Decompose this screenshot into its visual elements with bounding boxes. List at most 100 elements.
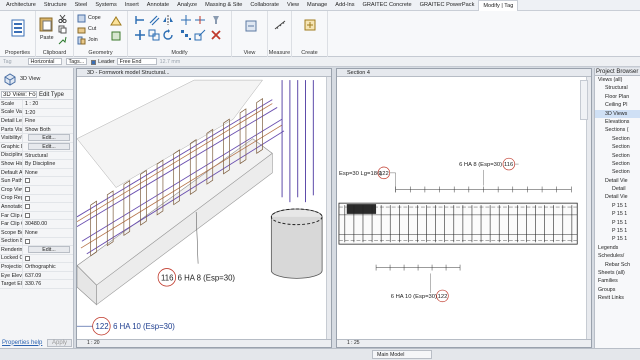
property-row[interactable]: Discipline Structural — [0, 151, 73, 161]
offset-icon[interactable] — [148, 14, 160, 26]
property-checkbox[interactable] — [25, 186, 30, 192]
property-value[interactable]: Edit... — [22, 246, 73, 254]
property-edit-button[interactable]: Edit... — [28, 246, 70, 254]
property-checkbox[interactable] — [25, 212, 30, 218]
browser-item[interactable]: Schedules/ — [595, 252, 640, 260]
property-value[interactable]: 637.09 — [22, 271, 73, 280]
browser-item[interactable]: Section — [595, 160, 640, 168]
browser-item[interactable]: Sheets (all) — [595, 269, 640, 277]
trim-icon[interactable] — [180, 14, 192, 26]
property-value[interactable]: Structural — [22, 151, 73, 160]
array-icon[interactable] — [180, 29, 192, 41]
property-value[interactable] — [22, 185, 73, 194]
scale-icon[interactable] — [194, 29, 206, 41]
property-value[interactable] — [22, 177, 73, 185]
section-canvas[interactable]: Esp=30 Lg=186) 122 6 HA 8 (Esp=30) 116 6… — [337, 77, 587, 341]
paste-icon[interactable] — [39, 16, 53, 32]
property-checkbox[interactable] — [25, 195, 30, 201]
browser-item[interactable]: Detail Vie — [595, 177, 640, 185]
browser-item[interactable]: Groups — [595, 286, 640, 294]
apply-button[interactable]: Apply — [46, 338, 72, 347]
property-value[interactable]: Orthographic — [22, 263, 73, 271]
ribbon-tab-manage[interactable]: Manage — [303, 0, 331, 11]
instance-filter-select[interactable]: 3D View: Formwork — [1, 91, 37, 98]
view-3d-scrollbar[interactable] — [326, 77, 331, 341]
tags-button[interactable]: Tags... — [65, 58, 88, 65]
navigation-bar[interactable] — [580, 80, 588, 120]
property-row[interactable]: Annotation Crop — [0, 203, 73, 212]
property-checkbox[interactable] — [25, 178, 30, 184]
property-row[interactable]: Eye Elevation637.09 — [0, 271, 73, 281]
rotate-icon[interactable] — [162, 29, 174, 41]
ribbon-tab-add-ins[interactable]: Add-Ins — [331, 0, 358, 11]
property-row[interactable]: Projection ModeOrthographic — [0, 263, 73, 272]
ribbon-tab-view[interactable]: View — [283, 0, 303, 11]
property-checkbox[interactable] — [25, 238, 30, 244]
browser-item[interactable]: Legends — [595, 244, 640, 252]
ribbon-tab-insert[interactable]: Insert — [121, 0, 143, 11]
copy-icon[interactable] — [58, 25, 67, 34]
browser-item[interactable]: Section — [595, 168, 640, 176]
browser-item[interactable]: 3D Views — [595, 109, 640, 118]
property-value[interactable]: None — [22, 168, 73, 177]
properties-icon[interactable] — [10, 19, 26, 37]
browser-item[interactable]: Structural — [595, 84, 640, 92]
ribbon-tab-structure[interactable]: Structure — [40, 0, 71, 11]
3d-model-canvas[interactable]: 116 6 HA 8 (Esp=30) 122 6 HA 10 (Esp=30) — [77, 77, 327, 341]
property-row[interactable]: Visibility/Graphics Edit... — [0, 134, 73, 143]
property-row[interactable]: Sun Path — [0, 177, 73, 186]
property-row[interactable]: Default AnalysisNone — [0, 168, 73, 178]
view-3d-scale[interactable]: 1 : 20 — [87, 340, 100, 346]
mirror-axis-icon[interactable] — [162, 14, 174, 26]
property-row[interactable]: Scale 1 : 20 — [0, 100, 73, 109]
property-edit-button[interactable]: Edit... — [28, 134, 70, 142]
property-value[interactable]: By Discipline — [22, 160, 73, 168]
split-face-icon[interactable] — [110, 30, 122, 42]
property-row[interactable]: Scale Value1:20 — [0, 108, 73, 118]
cut-button-label[interactable]: Cut — [88, 26, 96, 32]
browser-item[interactable]: Views (all) — [595, 76, 640, 84]
type-selector[interactable]: 3D View — [0, 68, 73, 90]
join-button-label[interactable]: Join — [88, 37, 98, 43]
delete-icon[interactable] — [210, 29, 222, 41]
property-value[interactable] — [22, 237, 73, 246]
property-value[interactable] — [22, 211, 73, 220]
edit-type-button[interactable]: Edit Type — [39, 92, 64, 98]
property-row[interactable]: Section Box — [0, 237, 73, 247]
property-row[interactable]: Far Clip Offset30480.00 — [0, 220, 73, 229]
match-properties-icon[interactable] — [58, 36, 67, 45]
ribbon-tab-graitec-powerpack[interactable]: GRAITEC PowerPack — [416, 0, 479, 11]
section-scale[interactable]: 1 : 25 — [347, 340, 360, 346]
ribbon-tab-modify-tag[interactable]: Modify | Tag — [478, 0, 519, 11]
browser-item[interactable]: P 15 1 — [595, 235, 640, 243]
leader-end-select[interactable]: Free End — [116, 58, 157, 65]
ribbon-tab-massing-site[interactable]: Massing & Site — [201, 0, 246, 11]
view-3d-formwork[interactable]: 3D - Formwork model Structural... 116 6 … — [76, 68, 332, 348]
property-value[interactable] — [22, 194, 73, 203]
ribbon-tab-collaborate[interactable]: Collaborate — [246, 0, 283, 11]
view-section-4[interactable]: Section 4 Esp=30 Lg=186) 122 6 HA 8 (Esp… — [336, 68, 592, 348]
property-row[interactable]: Crop Region Visible — [0, 194, 73, 204]
properties-help-link[interactable]: Properties help — [2, 340, 42, 346]
ribbon-tab-steel[interactable]: Steel — [71, 0, 92, 11]
browser-item[interactable]: Ceiling Pl — [595, 101, 640, 109]
split-icon[interactable] — [194, 14, 206, 26]
property-row[interactable]: Graphic Display Edit... — [0, 142, 73, 152]
property-row[interactable]: Parts VisibilityShow Both — [0, 125, 73, 135]
property-edit-button[interactable]: Edit... — [28, 142, 70, 150]
create-group-icon[interactable] — [304, 19, 316, 31]
align-icon[interactable] — [134, 14, 146, 26]
copy-element-icon[interactable] — [148, 29, 160, 41]
browser-item[interactable]: Detail Vie — [595, 193, 640, 201]
browser-item[interactable]: Elevations — [595, 118, 640, 126]
property-value[interactable] — [22, 254, 73, 263]
leader-checkbox[interactable] — [91, 59, 97, 65]
browser-item[interactable]: Detail — [595, 185, 640, 193]
ribbon-tab-annotate[interactable]: Annotate — [143, 0, 173, 11]
property-value[interactable]: 1:20 — [22, 108, 73, 117]
property-value[interactable]: Fine — [22, 117, 73, 125]
property-value[interactable]: 30480.00 — [22, 220, 73, 228]
active-model-select[interactable]: Main Model — [372, 350, 432, 359]
property-checkbox[interactable] — [25, 255, 30, 261]
browser-item[interactable]: Rebar Sch — [595, 261, 640, 269]
